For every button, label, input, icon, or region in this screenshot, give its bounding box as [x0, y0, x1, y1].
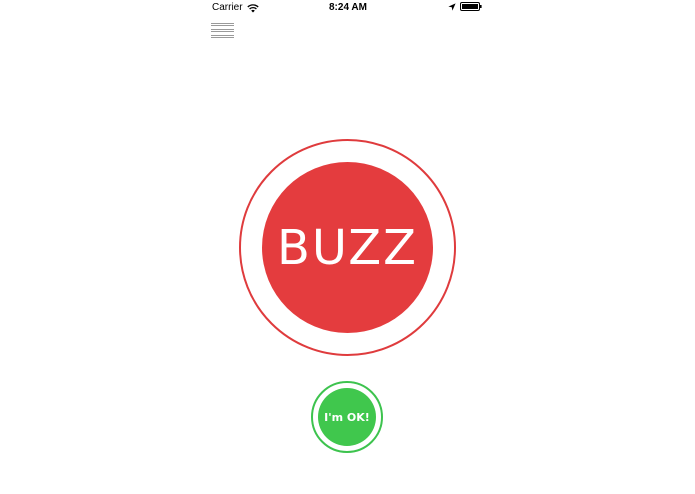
location-arrow-icon: [448, 2, 456, 11]
battery-icon: [460, 2, 482, 11]
im-ok-button-label: I'm OK!: [324, 410, 370, 424]
buzz-button[interactable]: BUZZ: [262, 162, 433, 333]
status-right-group: [448, 2, 482, 11]
app-screen: Carrier 8:24 AM BUZZ I'm OK!: [0, 0, 695, 494]
carrier-group: Carrier: [212, 2, 259, 13]
status-bar: Carrier 8:24 AM: [212, 0, 484, 16]
im-ok-button[interactable]: I'm OK!: [318, 388, 376, 446]
carrier-label: Carrier: [212, 2, 243, 13]
wifi-icon: [246, 3, 259, 12]
buzz-button-label: BUZZ: [277, 219, 418, 276]
hamburger-menu-button[interactable]: [211, 20, 235, 40]
